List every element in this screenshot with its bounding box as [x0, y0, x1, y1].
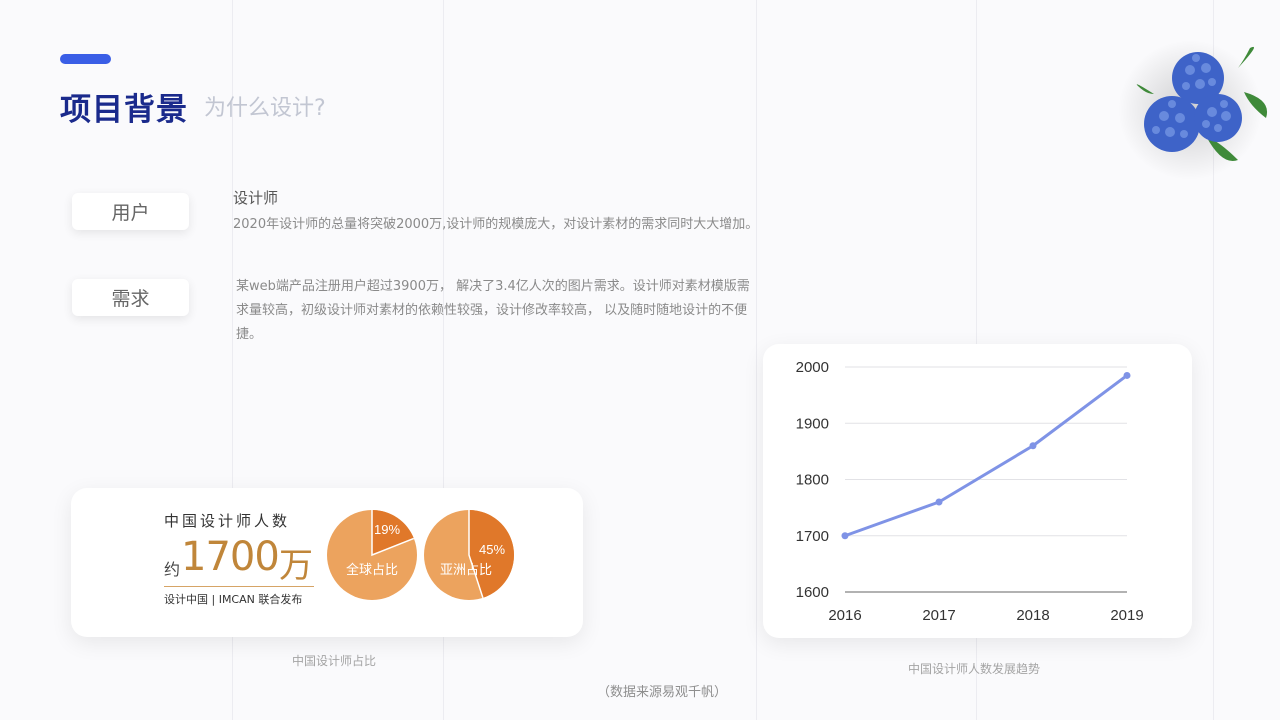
y-tick-label: 1800 — [796, 472, 829, 489]
title-accent-bar — [60, 54, 111, 64]
asia-share-pie: 45% 亚洲占比 — [424, 510, 514, 600]
x-tick-label: 2017 — [922, 607, 955, 624]
y-tick-label: 1900 — [796, 415, 829, 432]
tag-demand[interactable]: 需求 — [72, 279, 189, 316]
data-point — [841, 532, 849, 540]
demand-line: 捷。 — [236, 327, 263, 342]
demand-line: 某web端产品注册用户超过3900万， 解决了3.4亿人次的图片需求。设计师对素… — [236, 279, 750, 294]
data-point — [935, 498, 943, 506]
designer-stat-card: 中国设计师人数 约 1700 万 设计中国 | IMCAN 联合发布 19% 全… — [71, 488, 583, 637]
hydrangea-flower-icon — [1118, 40, 1268, 180]
stat-heading: 中国设计师人数 — [164, 512, 291, 530]
chart-caption: 中国设计师人数发展趋势 — [908, 662, 1041, 676]
stat-publisher: 设计中国 | IMCAN 联合发布 — [164, 593, 303, 606]
pie-label: 亚洲占比 — [440, 563, 492, 578]
demand-line: 求量较高，初级设计师对素材的依赖性较强，设计修改率较高， 以及随时随地设计的不便 — [236, 303, 748, 318]
trend-chart-card: 1600 1700 1800 1900 2000 2016 2017 2018 2019 — [763, 344, 1192, 638]
tag-user[interactable]: 用户 — [72, 193, 189, 230]
stat-divider — [164, 586, 314, 587]
user-section-heading: 设计师 — [233, 189, 279, 207]
designer-trend-line-chart: 1600 1700 1800 1900 2000 2016 2017 2018 2019 — [796, 359, 1144, 624]
user-section-text: 2020年设计师的总量将突破2000万,设计师的规模庞大，对设计素材的需求同时大… — [233, 217, 759, 232]
series-line — [844, 374, 1128, 538]
bg-divider — [756, 0, 757, 720]
page-subtitle: 为什么设计? — [204, 96, 326, 121]
pie-label: 全球占比 — [346, 562, 398, 578]
stat-unit: 万 — [279, 546, 313, 586]
demand-section-text: 某web端产品注册用户超过3900万， 解决了3.4亿人次的图片需求。设计师对素… — [236, 275, 750, 347]
stat-prefix: 约 — [164, 560, 181, 579]
y-tick-label: 1700 — [796, 528, 829, 545]
source-note: （数据来源易观千帆） — [597, 685, 728, 700]
data-point — [1123, 371, 1131, 379]
data-point — [1029, 442, 1037, 450]
x-tick-label: 2019 — [1110, 607, 1143, 624]
stat-number: 1700 — [181, 534, 280, 580]
y-tick-label: 1600 — [796, 584, 829, 601]
global-share-pie: 19% 全球占比 — [327, 510, 417, 600]
y-tick-label: 2000 — [796, 359, 829, 376]
page-title: 项目背景 — [60, 92, 188, 128]
stat-card-caption: 中国设计师占比 — [292, 654, 377, 668]
x-tick-label: 2016 — [828, 607, 861, 624]
pie-percent-label: 45% — [479, 542, 505, 557]
x-tick-label: 2018 — [1016, 607, 1049, 624]
pie-percent-label: 19% — [374, 522, 400, 537]
